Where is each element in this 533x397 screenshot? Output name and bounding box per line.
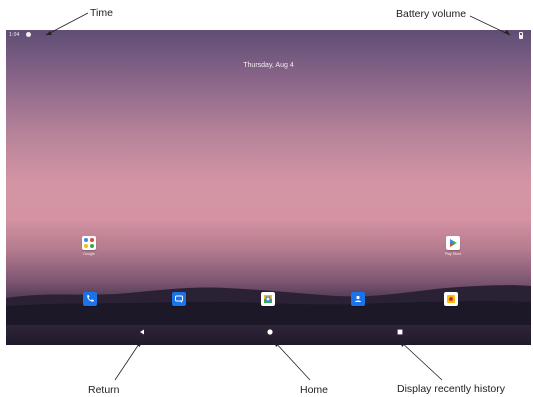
battery-arrowhead <box>504 30 510 35</box>
recent-arrowhead <box>400 341 405 347</box>
time-arrowhead <box>46 31 52 35</box>
time-leader-line <box>45 12 89 36</box>
recent-leader-line <box>399 340 443 381</box>
return-leader-line <box>114 340 142 381</box>
callout-leader-lines <box>45 12 511 381</box>
home-leader-line <box>273 340 311 381</box>
battery-leader-line <box>469 15 511 36</box>
